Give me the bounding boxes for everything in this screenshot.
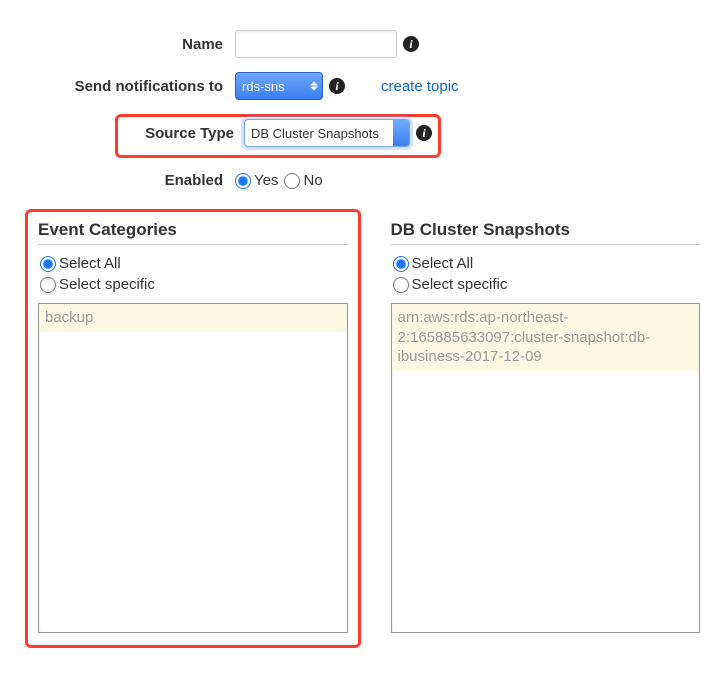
ec-select-specific-text: Select specific bbox=[59, 276, 155, 293]
row-source-type: Source Type DB Cluster Snapshots i bbox=[25, 114, 700, 158]
db-select-specific-text: Select specific bbox=[412, 276, 508, 293]
event-categories-panel: Event Categories Select All Select speci… bbox=[25, 209, 361, 648]
list-item[interactable]: backup bbox=[39, 304, 347, 332]
info-icon[interactable]: i bbox=[403, 36, 419, 52]
info-icon[interactable]: i bbox=[329, 78, 345, 94]
source-type-highlight: Source Type DB Cluster Snapshots i bbox=[115, 114, 441, 158]
event-categories-heading: Event Categories bbox=[38, 220, 348, 240]
enabled-no-radio[interactable]: No bbox=[284, 172, 322, 189]
chevron-updown-icon bbox=[310, 82, 318, 91]
source-type-value: DB Cluster Snapshots bbox=[251, 126, 379, 141]
ec-select-specific-radio[interactable]: Select specific bbox=[40, 276, 348, 293]
enabled-label: Enabled bbox=[25, 172, 235, 189]
db-snapshots-listbox[interactable]: arn:aws:rds:ap-northeast-2:165885633097:… bbox=[391, 303, 701, 633]
divider bbox=[38, 244, 348, 245]
notify-select-value: rds-sns bbox=[242, 79, 285, 94]
db-snapshots-heading: DB Cluster Snapshots bbox=[391, 220, 701, 240]
enabled-yes-text: Yes bbox=[254, 172, 278, 189]
row-notify: Send notifications to rds-sns i create t… bbox=[25, 72, 700, 100]
event-categories-listbox[interactable]: backup bbox=[38, 303, 348, 633]
row-enabled: Enabled Yes No bbox=[25, 172, 700, 189]
row-name: Name i bbox=[25, 30, 700, 58]
source-type-select[interactable]: DB Cluster Snapshots bbox=[244, 119, 410, 147]
panels: Event Categories Select All Select speci… bbox=[25, 209, 700, 648]
create-topic-link[interactable]: create topic bbox=[381, 78, 459, 95]
notify-select[interactable]: rds-sns bbox=[235, 72, 323, 100]
name-input[interactable] bbox=[235, 30, 397, 58]
name-label: Name bbox=[25, 36, 235, 53]
info-icon[interactable]: i bbox=[416, 125, 432, 141]
enabled-yes-radio[interactable]: Yes bbox=[235, 172, 278, 189]
enabled-no-text: No bbox=[303, 172, 322, 189]
db-select-all-text: Select All bbox=[412, 255, 474, 272]
db-select-specific-radio[interactable]: Select specific bbox=[393, 276, 701, 293]
source-type-label: Source Type bbox=[124, 125, 244, 142]
divider bbox=[391, 244, 701, 245]
ec-select-all-text: Select All bbox=[59, 255, 121, 272]
db-snapshots-panel: DB Cluster Snapshots Select All Select s… bbox=[391, 209, 701, 633]
form-rows: Name i Send notifications to rds-sns i c… bbox=[25, 30, 700, 189]
list-item[interactable]: arn:aws:rds:ap-northeast-2:165885633097:… bbox=[392, 304, 700, 371]
ec-select-all-radio[interactable]: Select All bbox=[40, 255, 348, 272]
notify-label: Send notifications to bbox=[25, 78, 235, 95]
db-select-all-radio[interactable]: Select All bbox=[393, 255, 701, 272]
